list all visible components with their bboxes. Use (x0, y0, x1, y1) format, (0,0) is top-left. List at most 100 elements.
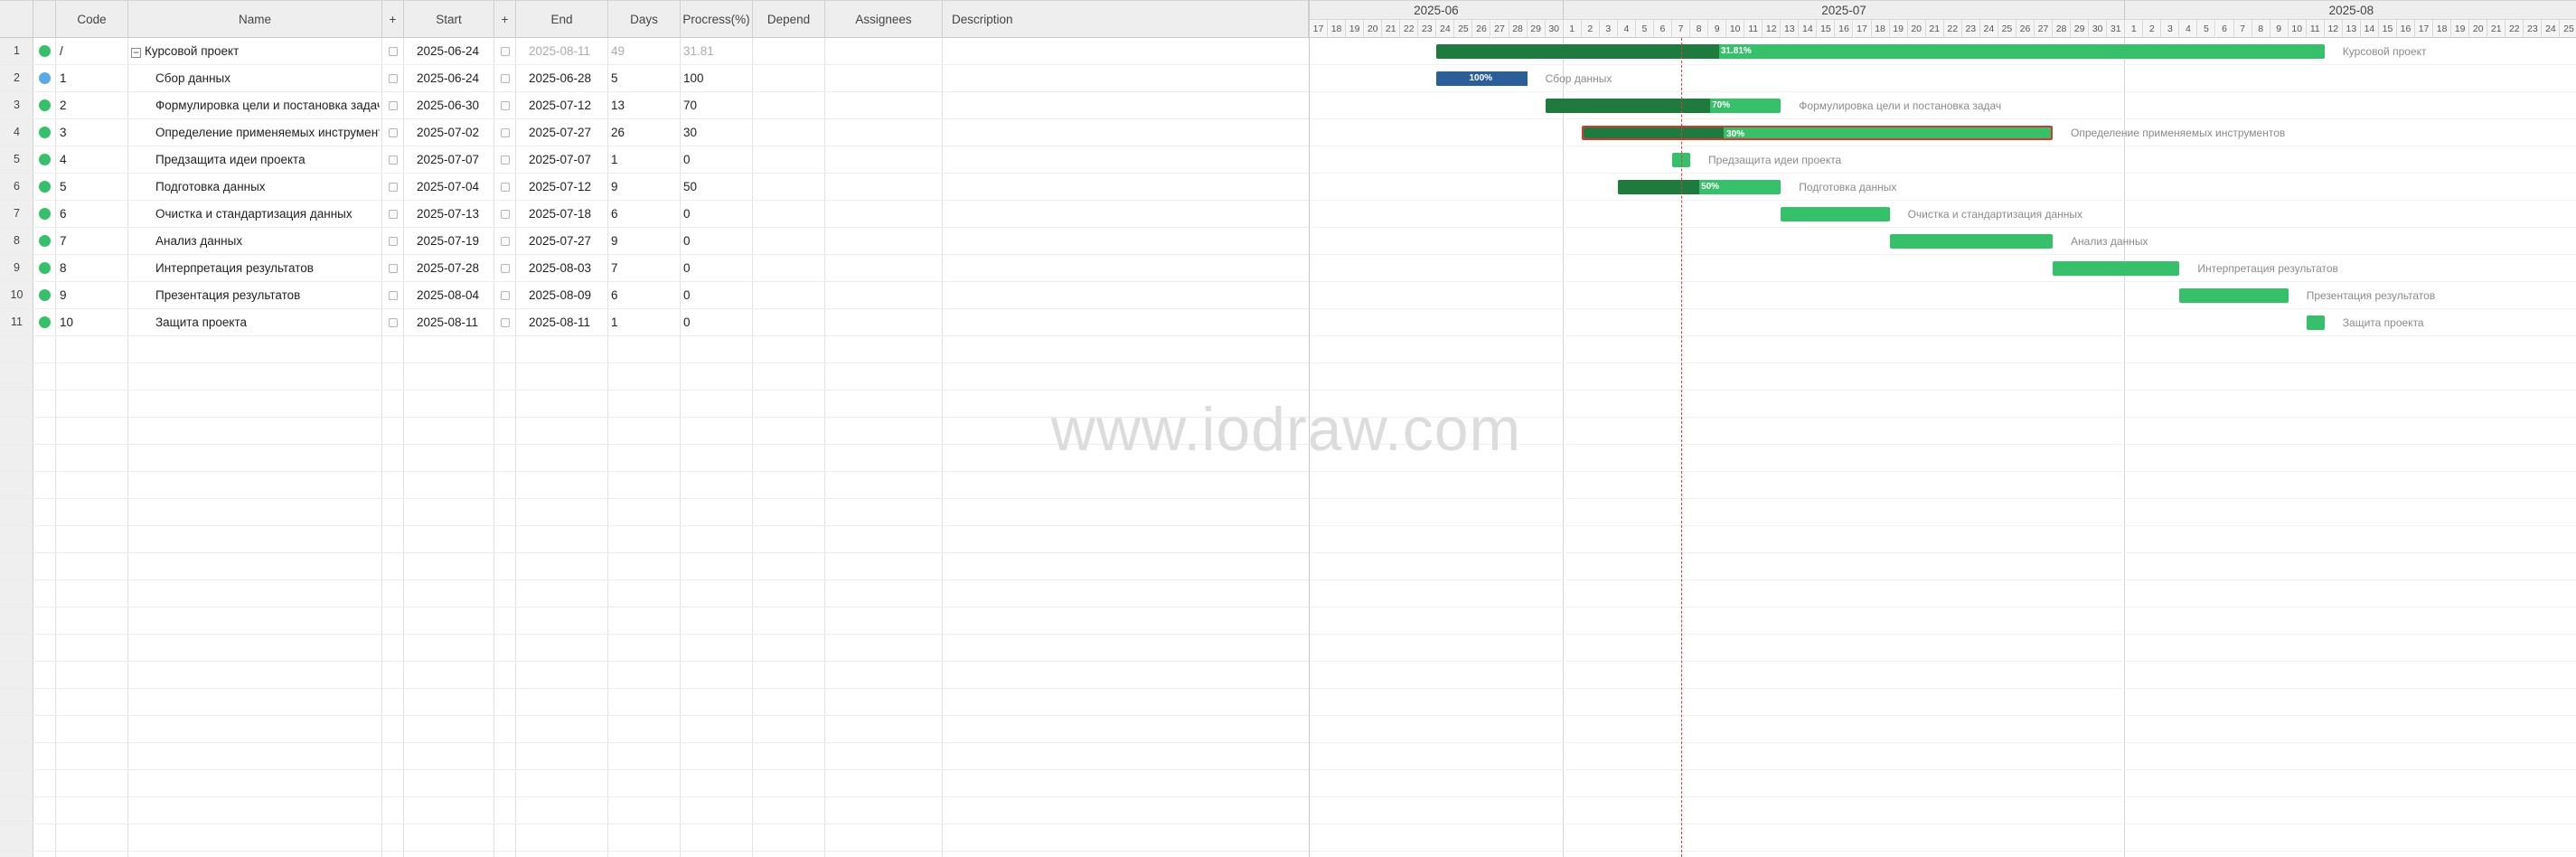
cell-assignees[interactable] (828, 309, 938, 335)
table-row[interactable]: 5 4 Предзащита идеи проекта 2025-07-07 2025-… (0, 146, 1309, 174)
cell-name[interactable]: Определение применяемых инструментов (155, 119, 380, 146)
cell-days[interactable]: 26 (611, 119, 676, 146)
cell-days[interactable]: 6 (611, 282, 676, 308)
cell-code[interactable]: 1 (60, 65, 125, 91)
end-checkbox[interactable] (501, 318, 510, 327)
task-bar[interactable]: 31.81% (1436, 44, 2325, 59)
cell-depend[interactable] (756, 201, 821, 227)
cell-code[interactable]: 2 (60, 92, 125, 118)
cell-description[interactable] (945, 201, 1305, 227)
table-row[interactable]: 9 8 Интерпретация результатов 2025-07-28 202… (0, 255, 1309, 282)
cell-description[interactable] (945, 228, 1305, 254)
cell-name[interactable]: Интерпретация результатов (155, 255, 380, 281)
start-checkbox[interactable] (389, 318, 398, 327)
cell-depend[interactable] (756, 119, 821, 146)
cell-name[interactable]: − Курсовой проект (131, 38, 380, 64)
header-assignees[interactable]: Assignees (825, 1, 943, 38)
cell-code[interactable]: 6 (60, 201, 125, 227)
cell-progress[interactable]: 0 (683, 201, 748, 227)
end-checkbox[interactable] (501, 210, 510, 219)
table-row[interactable]: 7 6 Очистка и стандартизация данных 2025-07… (0, 201, 1309, 228)
task-bar[interactable]: 100% (1436, 71, 1528, 86)
end-checkbox[interactable] (501, 237, 510, 246)
cell-name[interactable]: Анализ данных (155, 228, 380, 254)
cell-code[interactable]: / (60, 38, 125, 64)
header-end[interactable]: End (516, 1, 608, 38)
cell-code[interactable]: 10 (60, 309, 125, 335)
task-bar[interactable] (1889, 234, 2054, 249)
cell-assignees[interactable] (828, 146, 938, 173)
start-checkbox[interactable] (389, 237, 398, 246)
table-row[interactable]: 2 1 Сбор данных 2025-06-24 2025-06-28 5 100 (0, 65, 1309, 92)
cell-depend[interactable] (756, 309, 821, 335)
cell-description[interactable] (945, 38, 1305, 64)
cell-end[interactable]: 2025-07-12 (529, 174, 605, 200)
cell-days[interactable]: 49 (611, 38, 676, 64)
cell-name[interactable]: Защита проекта (155, 309, 380, 335)
cell-end[interactable]: 2025-07-27 (529, 119, 605, 146)
cell-end[interactable]: 2025-08-11 (529, 38, 605, 64)
cell-start[interactable]: 2025-06-24 (417, 38, 491, 64)
start-checkbox[interactable] (389, 264, 398, 273)
cell-days[interactable]: 1 (611, 146, 676, 173)
end-checkbox[interactable] (501, 183, 510, 192)
cell-progress[interactable]: 0 (683, 255, 748, 281)
cell-days[interactable]: 13 (611, 92, 676, 118)
task-bar[interactable]: 50% (1617, 180, 1782, 194)
cell-progress[interactable]: 0 (683, 228, 748, 254)
cell-end[interactable]: 2025-06-28 (529, 65, 605, 91)
cell-code[interactable]: 4 (60, 146, 125, 173)
cell-start[interactable]: 2025-08-04 (417, 282, 491, 308)
cell-code[interactable]: 7 (60, 228, 125, 254)
cell-progress[interactable]: 0 (683, 309, 748, 335)
cell-name[interactable]: Презентация результатов (155, 282, 380, 308)
cell-assignees[interactable] (828, 201, 938, 227)
cell-description[interactable] (945, 174, 1305, 200)
cell-end[interactable]: 2025-07-27 (529, 228, 605, 254)
cell-description[interactable] (945, 65, 1305, 91)
cell-end[interactable]: 2025-07-18 (529, 201, 605, 227)
cell-code[interactable]: 3 (60, 119, 125, 146)
cell-progress[interactable]: 0 (683, 282, 748, 308)
header-start[interactable]: Start (404, 1, 494, 38)
cell-days[interactable]: 9 (611, 174, 676, 200)
cell-start[interactable]: 2025-08-11 (417, 309, 491, 335)
start-checkbox[interactable] (389, 128, 398, 137)
header-add-end-button[interactable]: + (494, 1, 516, 38)
cell-days[interactable]: 5 (611, 65, 676, 91)
cell-days[interactable]: 7 (611, 255, 676, 281)
end-checkbox[interactable] (501, 47, 510, 56)
header-name[interactable]: Name (128, 1, 382, 38)
header-add-start-button[interactable]: + (382, 1, 404, 38)
cell-end[interactable]: 2025-07-12 (529, 92, 605, 118)
task-bar[interactable] (1781, 207, 1890, 221)
cell-description[interactable] (945, 255, 1305, 281)
end-checkbox[interactable] (501, 101, 510, 110)
cell-end[interactable]: 2025-08-09 (529, 282, 605, 308)
cell-name[interactable]: Очистка и стандартизация данных (155, 201, 380, 227)
cell-end[interactable]: 2025-07-07 (529, 146, 605, 173)
start-checkbox[interactable] (389, 74, 398, 83)
cell-progress[interactable]: 0 (683, 146, 748, 173)
end-checkbox[interactable] (501, 155, 510, 165)
end-checkbox[interactable] (501, 264, 510, 273)
table-row[interactable]: 8 7 Анализ данных 2025-07-19 2025-07-27 9 0 (0, 228, 1309, 255)
cell-name[interactable]: Подготовка данных (155, 174, 380, 200)
cell-code[interactable]: 8 (60, 255, 125, 281)
start-checkbox[interactable] (389, 155, 398, 165)
header-progress[interactable]: Procress(%) (681, 1, 753, 38)
collapse-toggle-icon[interactable]: − (131, 47, 141, 58)
cell-days[interactable]: 9 (611, 228, 676, 254)
cell-start[interactable]: 2025-06-30 (417, 92, 491, 118)
cell-description[interactable] (945, 92, 1305, 118)
cell-assignees[interactable] (828, 38, 938, 64)
cell-start[interactable]: 2025-07-07 (417, 146, 491, 173)
cell-depend[interactable] (756, 38, 821, 64)
cell-name[interactable]: Сбор данных (155, 65, 380, 91)
end-checkbox[interactable] (501, 128, 510, 137)
cell-name[interactable]: Формулировка цели и постановка задач (155, 92, 380, 118)
cell-progress[interactable]: 50 (683, 174, 748, 200)
header-depend[interactable]: Depend (753, 1, 825, 38)
cell-code[interactable]: 5 (60, 174, 125, 200)
cell-end[interactable]: 2025-08-11 (529, 309, 605, 335)
